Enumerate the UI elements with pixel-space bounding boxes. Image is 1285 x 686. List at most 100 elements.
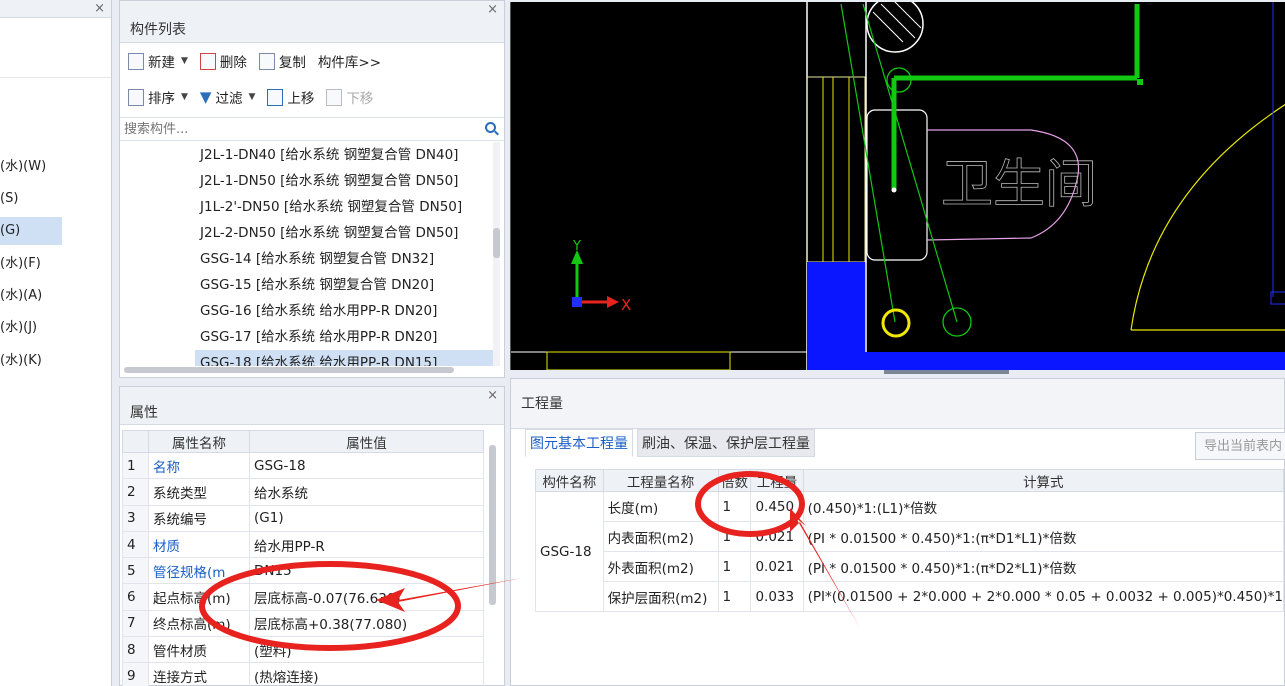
tree-item[interactable]: (水)(W) (0, 153, 62, 181)
property-name: 起点标高(m) (148, 583, 250, 611)
close-icon[interactable]: × (94, 2, 105, 16)
table-row[interactable]: 9 连接方式 (热熔连接) (122, 662, 484, 686)
close-icon[interactable]: × (487, 389, 498, 403)
filter-button[interactable]: ▼ 过滤 ▼ (196, 85, 259, 109)
sort-button[interactable]: 排序 ▼ (124, 85, 192, 109)
component-list: J2L-1-DN40 [给水系统 钢塑复合管 DN40] J2L-1-DN50 … (120, 142, 494, 366)
list-item[interactable]: J2L-1-DN50 [给水系统 钢塑复合管 DN50] (120, 168, 494, 194)
table-header (122, 430, 149, 453)
quantities-title: 工程量 (511, 379, 1284, 429)
arrow-up-icon (267, 88, 284, 106)
list-item[interactable]: J2L-2-DN50 [给水系统 钢塑复合管 DN50] (120, 220, 494, 246)
left-panel-header: × (0, 0, 111, 18)
tab-basic-quantities[interactable]: 图元基本工程量 (525, 429, 633, 457)
delete-icon (199, 52, 216, 70)
table-row[interactable]: 2 系统类型 给水系统 (122, 478, 484, 506)
list-item[interactable]: J1L-2'-DN50 [给水系统 钢塑复合管 DN50] (120, 194, 494, 220)
export-button[interactable]: 导出当前表内 (1195, 432, 1285, 460)
table-row[interactable]: 5 管径规格(m DN15 (122, 557, 484, 585)
tree-item[interactable]: (水)(K) (0, 347, 62, 375)
property-value[interactable]: 层底标高+0.38(77.080) (249, 609, 484, 638)
table-header: 工程量 (750, 469, 804, 492)
table-row[interactable]: GSG-18 长度(m) 1 0.450 (0.450)*1:(L1)*倍数 (535, 491, 1285, 612)
vertical-scrollbar[interactable] (489, 445, 496, 605)
chevron-down-icon[interactable]: ▼ (181, 92, 188, 102)
search-icon[interactable] (485, 122, 496, 133)
table-header: 属性名称 (148, 430, 250, 453)
move-down-button[interactable]: 下移 (322, 85, 377, 109)
property-value[interactable]: 层底标高-0.07(76.630) (249, 583, 484, 611)
new-button[interactable]: 新建 ▼ (124, 49, 192, 73)
property-value[interactable]: (G1) (249, 504, 484, 532)
component-list-panel: 构件列表 × 新建▼ 删除 复制 构件库>> 排序▼ ▼过滤▼ 上移 下移 J2… (119, 0, 505, 378)
property-value[interactable]: 给水用PP-R (249, 530, 484, 559)
table-row[interactable]: 6 起点标高(m) 层底标高-0.07(76.630) (122, 583, 484, 611)
delete-button[interactable]: 删除 (196, 49, 251, 73)
tree-item[interactable]: (S) (0, 185, 62, 213)
table-header: 工程量名称 (602, 469, 719, 492)
list-item[interactable]: J2L-1-DN40 [给水系统 钢塑复合管 DN40] (120, 142, 494, 168)
property-name: 材质 (148, 530, 250, 559)
search-input[interactable] (120, 118, 460, 140)
list-item[interactable]: GSG-16 [给水系统 给水用PP-R DN20] (120, 298, 494, 324)
table-row[interactable]: 8 管件材质 (塑料) (122, 636, 484, 664)
quantities-panel: 工程量 图元基本工程量 刷油、保温、保护层工程量 导出当前表内 构件名称 工程量… (510, 378, 1285, 686)
cad-drawing: 卫生间 X Y (511, 2, 1285, 370)
table-row[interactable]: 7 终点标高(m) 层底标高+0.38(77.080) (122, 609, 484, 638)
panel-splitter[interactable] (884, 370, 1009, 374)
left-panel-toolbar (0, 18, 111, 78)
tree-item-selected[interactable]: (G) (0, 217, 62, 245)
property-value[interactable]: GSG-18 (249, 451, 484, 480)
table-row[interactable]: 3 系统编号 (G1) (122, 504, 484, 532)
x-axis-label: X (621, 296, 631, 314)
property-name: 连接方式 (148, 662, 250, 686)
tree-item[interactable]: (水)(A) (0, 282, 62, 310)
quantities-table: 构件名称 工程量名称 倍数 工程量 计算式 GSG-18 长度(m) 1 0.4… (535, 469, 1285, 612)
table-header: 构件名称 (535, 469, 604, 492)
new-file-icon (128, 52, 144, 70)
table-header: 属性值 (249, 430, 484, 453)
property-value[interactable]: (热熔连接) (249, 662, 484, 686)
table-row[interactable]: 外表面积(m2) 1 0.021 (PI * 0.01500 * 0.450)*… (536, 551, 1285, 582)
table-header: 倍数 (717, 469, 752, 492)
copy-icon (258, 52, 275, 70)
properties-panel: 属性 × 属性名称 属性值 1 名称 GSG-18 2 系统类型 给水系统 3 系统编号(… (119, 386, 505, 686)
properties-title: 属性 (120, 387, 504, 425)
horizontal-scrollbar[interactable] (124, 367, 454, 373)
tree-item[interactable]: (水)(F) (0, 250, 62, 278)
tree-item[interactable]: (水)(J) (0, 314, 62, 342)
property-value[interactable]: 给水系统 (249, 478, 484, 506)
component-toolbar-row1: 新建 ▼ 删除 复制 构件库>> (120, 43, 504, 79)
list-item[interactable]: GSG-15 [给水系统 钢塑复合管 DN20] (120, 272, 494, 298)
chevron-down-icon[interactable]: ▼ (248, 92, 255, 102)
properties-table: 属性名称 属性值 1 名称 GSG-18 2 系统类型 给水系统 3 系统编号 (G1) 4… (122, 430, 484, 686)
component-search (120, 117, 504, 141)
scrollbar-thumb[interactable] (493, 228, 500, 258)
component-library-button[interactable]: 构件库>> (314, 49, 385, 73)
table-row[interactable]: 保护层面积(m2) 1 0.033 (PI*(0.01500 + 2*0.000… (536, 581, 1285, 612)
table-row[interactable]: 内表面积(m2) 1 0.021 (PI * 0.01500 * 0.450)*… (536, 521, 1285, 552)
filter-icon: ▼ (199, 88, 212, 106)
table-header: 计算式 (802, 469, 1285, 492)
component-list-title: 构件列表 (120, 1, 504, 43)
tab-coating-quantities[interactable]: 刷油、保温、保护层工程量 (637, 429, 815, 457)
cad-viewport[interactable]: 卫生间 X Y (510, 2, 1285, 370)
vertical-scrollbar[interactable] (493, 142, 500, 366)
close-icon[interactable]: × (487, 3, 498, 17)
table-row[interactable]: 1 名称 GSG-18 (122, 451, 484, 480)
quantities-tabs: 图元基本工程量 刷油、保温、保护层工程量 (525, 429, 819, 457)
list-item-selected[interactable]: GSG-18 [给水系统 给水用PP-R DN15] (195, 350, 494, 366)
move-up-button[interactable]: 上移 (263, 85, 318, 109)
list-item[interactable]: GSG-17 [给水系统 给水用PP-R DN20] (120, 324, 494, 350)
property-value[interactable]: DN15 (249, 557, 484, 585)
arrow-down-icon (326, 88, 343, 106)
room-label: 卫生间 (941, 155, 1097, 215)
property-name: 系统编号 (148, 504, 250, 532)
list-item[interactable]: GSG-14 [给水系统 钢塑复合管 DN32] (120, 246, 494, 272)
table-row[interactable]: 4 材质 给水用PP-R (122, 530, 484, 559)
copy-button[interactable]: 复制 (255, 49, 310, 73)
property-value[interactable]: (塑料) (249, 636, 484, 664)
property-name: 系统类型 (148, 478, 250, 506)
chevron-down-icon[interactable]: ▼ (181, 56, 188, 66)
y-axis-label: Y (572, 239, 581, 254)
